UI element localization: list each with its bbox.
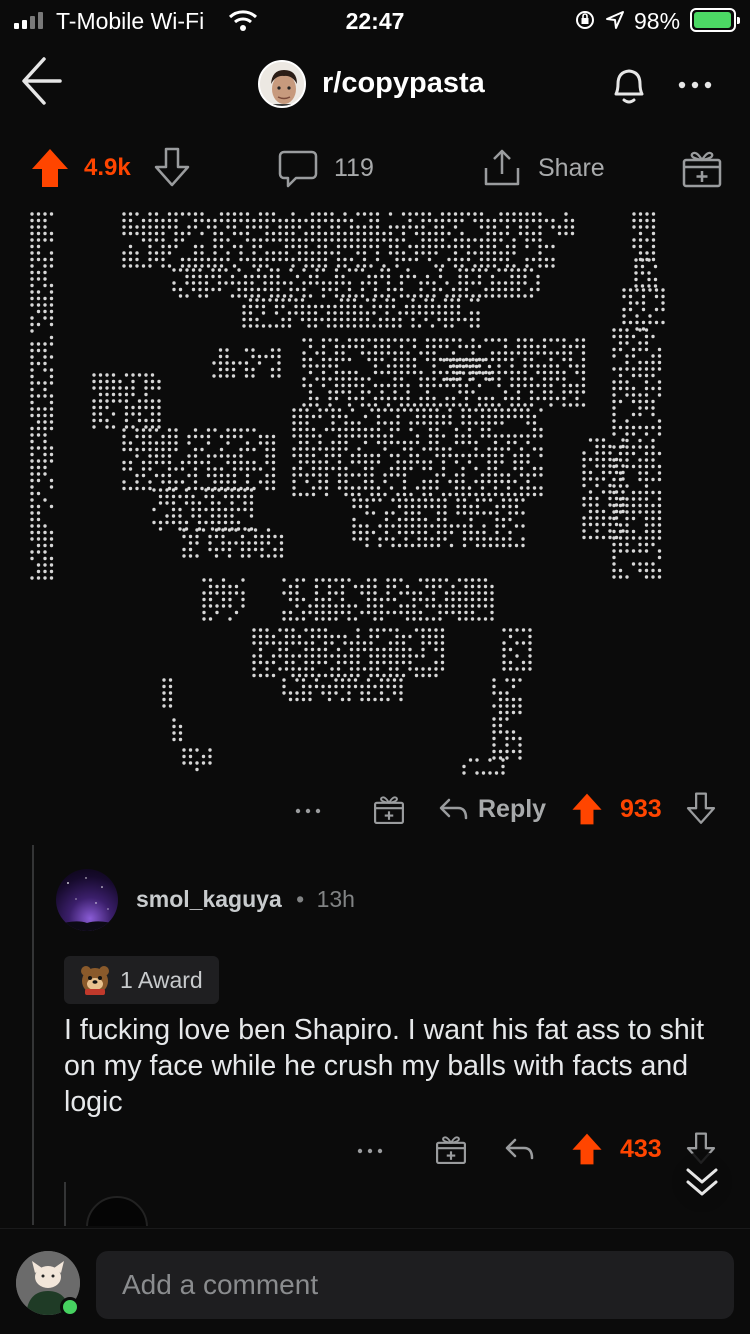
award-icon — [682, 151, 722, 188]
subreddit-avatar[interactable] — [258, 60, 306, 108]
post-award-button[interactable] — [680, 140, 724, 196]
post-action-bar: 4.9k 119 Share — [0, 140, 750, 200]
upvote-icon — [32, 149, 68, 187]
comment-input[interactable]: Add a comment — [96, 1251, 734, 1319]
award-icon — [436, 1136, 466, 1164]
comment-age: 13h — [316, 886, 355, 912]
post-comments-button[interactable] — [276, 140, 320, 196]
reply-icon — [505, 1138, 534, 1160]
thread-line[interactable] — [64, 1182, 66, 1226]
award-icon — [374, 796, 404, 824]
parent-reply-button[interactable] — [438, 784, 470, 834]
more-icon[interactable] — [670, 60, 720, 110]
rotation-lock-icon — [576, 11, 594, 29]
location-icon — [606, 11, 624, 29]
bell-icon[interactable] — [604, 60, 654, 110]
downvote-icon — [154, 147, 190, 187]
parent-score: 933 — [620, 794, 662, 823]
avatar[interactable] — [56, 869, 118, 931]
comment-upvote-button[interactable] — [570, 1124, 604, 1174]
award-badge[interactable]: 1 Award — [64, 956, 219, 1004]
comment-icon — [278, 150, 318, 188]
online-status-dot — [60, 1297, 80, 1317]
upvote-icon — [572, 1133, 602, 1165]
award-label: 1 Award — [120, 966, 203, 993]
comment-body: I fucking love ben Shapiro. I want his f… — [64, 1014, 705, 1118]
downvote-icon — [686, 792, 716, 824]
reply-icon — [439, 798, 468, 820]
battery-percent: 98% — [634, 8, 681, 34]
more-icon — [357, 1148, 383, 1154]
comment-award-button[interactable] — [434, 1124, 468, 1174]
parent-downvote-button[interactable] — [684, 784, 718, 834]
post-downvote-button[interactable] — [152, 140, 192, 196]
post-score: 4.9k — [84, 154, 131, 181]
post-share-button[interactable] — [480, 140, 524, 196]
meta-separator: • — [296, 886, 305, 912]
chevron-double-down-icon[interactable] — [668, 1152, 736, 1212]
share-icon — [484, 149, 520, 186]
comment-actions: 433 — [0, 1124, 750, 1174]
battery-icon — [690, 8, 740, 32]
post-comment-count: 119 — [334, 153, 374, 182]
comment-username[interactable]: smol_kaguya — [136, 886, 282, 912]
subreddit-name[interactable]: r/copypasta — [322, 67, 485, 100]
upvote-icon — [572, 793, 602, 825]
more-icon — [295, 808, 321, 814]
parent-more-button[interactable] — [292, 784, 326, 834]
header: r/copypasta — [0, 50, 750, 120]
back-arrow-icon[interactable] — [14, 56, 64, 106]
parent-comment-actions: Reply 933 — [0, 784, 750, 834]
ascii-art-image — [30, 212, 665, 775]
avatar[interactable] — [86, 1196, 148, 1226]
comment-meta: smol_kaguya • 13h — [136, 886, 355, 913]
award-icon — [81, 966, 109, 995]
parent-award-button[interactable] — [372, 784, 406, 834]
parent-reply-label[interactable]: Reply — [478, 784, 546, 834]
post-share-label[interactable]: Share — [538, 140, 605, 196]
comment-more-button[interactable] — [354, 1124, 388, 1174]
post-upvote-button[interactable] — [30, 140, 70, 196]
parent-upvote-button[interactable] — [570, 784, 604, 834]
status-bar: T-Mobile Wi-Fi 22:47 98% — [0, 0, 750, 44]
comment-input-placeholder: Add a comment — [122, 1269, 319, 1300]
compose-bar: Add a comment — [0, 1228, 750, 1334]
comment-reply-button[interactable] — [504, 1124, 536, 1174]
comment-score: 433 — [620, 1134, 662, 1163]
